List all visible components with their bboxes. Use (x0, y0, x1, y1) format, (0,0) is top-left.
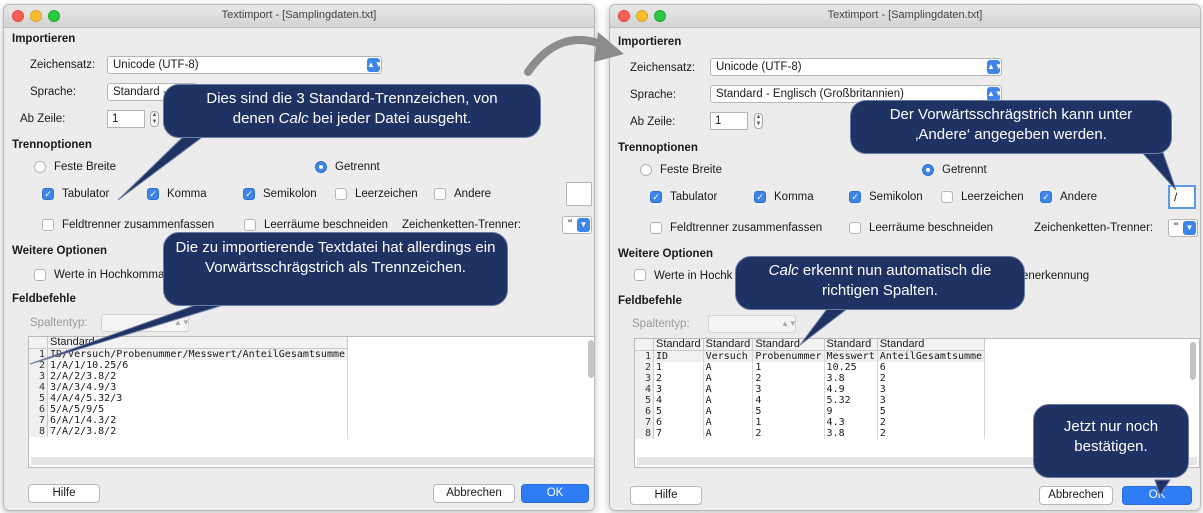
callout-pointer (1154, 479, 1171, 497)
callout-text: Jetzt nur noch bestätigen. (1063, 418, 1159, 455)
callout-pointer (117, 134, 207, 201)
callout-pointer (799, 304, 854, 346)
callout-confirm: Jetzt nur noch bestätigen. (1033, 404, 1189, 478)
callout-text: bei jeder Datei ausgeht. (308, 110, 472, 127)
callout-auto-columns: Calc erkennt nun automatisch die richtig… (735, 256, 1025, 310)
callout-standard-separators: Dies sind die 3 Standard-Trennzeichen, v… (163, 84, 541, 138)
callout-calc-emphasis: Calc (768, 262, 799, 279)
callout-text: Dies sind die 3 Standard-Trennzeichen, v… (206, 90, 498, 107)
callout-other-field: Der Vorwärtsschrägstrich kann unter ‚And… (850, 100, 1172, 154)
callout-text: Die zu importierende Textdatei hat aller… (175, 239, 496, 276)
callout-text: erkennt nun automatisch die richtigen Sp… (798, 262, 992, 299)
callout-calc-emphasis: Calc (278, 110, 309, 127)
callout-slash-in-file: Die zu importierende Textdatei hat aller… (163, 232, 508, 306)
callout-pointer (1138, 149, 1177, 191)
callout-pointer (29, 299, 241, 365)
callout-text: Der Vorwärtsschrägstrich kann unter ‚And… (889, 106, 1133, 143)
callout-text: denen (232, 110, 279, 127)
